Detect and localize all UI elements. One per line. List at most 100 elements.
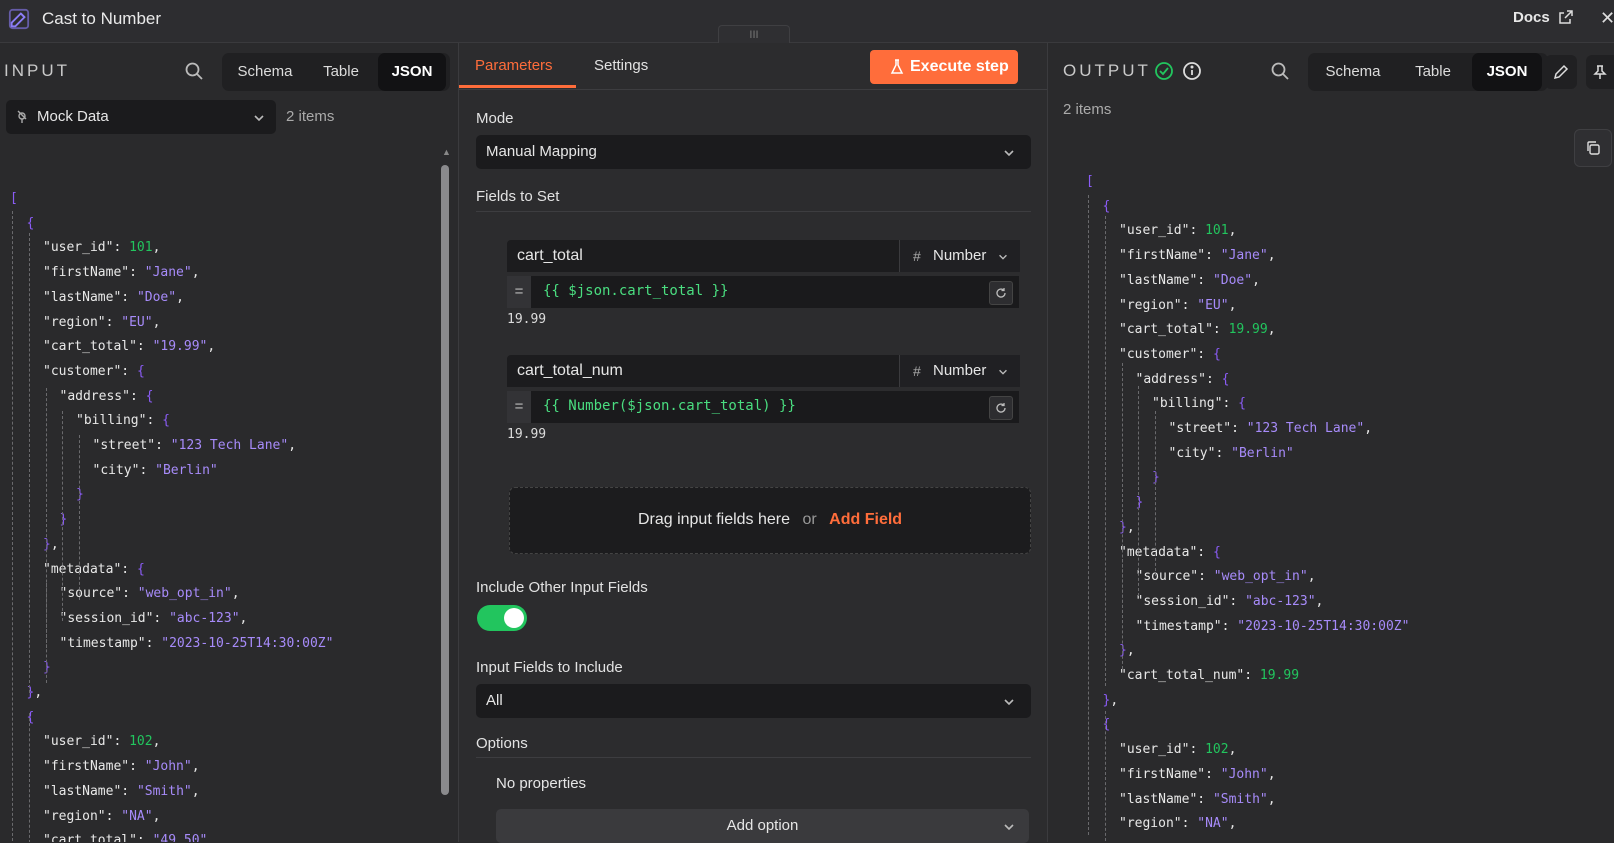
json-line: } [1135, 495, 1144, 511]
options-divider [476, 757, 1031, 758]
drop-zone-text: Drag input fields here [637, 511, 791, 528]
input-tab-json[interactable]: JSON [378, 53, 446, 91]
active-tab-underline [459, 85, 576, 88]
json-line: "billing": { [1152, 396, 1246, 412]
chevron-down-icon [999, 254, 1007, 260]
expression-text: {{ $json.cart_total }} [543, 283, 729, 299]
copy-output-button[interactable] [1574, 129, 1612, 167]
field-assignment-1: cart_total # Number = {{ $json.cart_tota… [507, 240, 1027, 327]
mode-value: Manual Mapping [486, 143, 597, 160]
json-line: "address": { [59, 388, 154, 404]
field-name-input[interactable]: cart_total [507, 240, 899, 272]
indent-guide [62, 411, 63, 621]
json-line: "firstName": "John", [43, 759, 200, 775]
indent-guide [29, 233, 30, 693]
pin-output-button[interactable] [1586, 55, 1614, 89]
expression-mode-indicator: = [507, 391, 531, 423]
tab-settings[interactable]: Settings [594, 57, 648, 74]
output-json-view[interactable]: [{"user_id": 101, "firstName": "Jane", "la… [1048, 131, 1568, 842]
output-panel: OUTPUT Schema Table JSON 2 items [{"user… [1048, 43, 1614, 842]
json-line: "city": "Berlin" [1168, 445, 1294, 461]
json-line: "source": "web_opt_in", [1135, 569, 1316, 585]
output-tab-table[interactable]: Table [1398, 53, 1468, 91]
indent-guide [12, 211, 13, 842]
mode-select[interactable]: Manual Mapping [476, 135, 1031, 169]
add-option-label: Add option [726, 817, 799, 834]
pin-icon [17, 110, 27, 123]
field-drop-zone[interactable]: Drag input fields here or Add Field [509, 487, 1031, 554]
mode-label: Mode [476, 110, 514, 127]
input-scroll-thumb[interactable] [441, 165, 449, 795]
json-line: "firstName": "Jane", [43, 265, 200, 281]
input-fields-select[interactable]: All [476, 684, 1031, 718]
json-line: }, [1102, 692, 1119, 708]
input-fields-label: Input Fields to Include [476, 659, 623, 676]
input-view-toggle: Schema Table JSON [222, 53, 450, 91]
indent-guide [1105, 216, 1106, 686]
success-check-icon [1155, 62, 1173, 80]
input-scrollbar[interactable]: ▲ [440, 147, 451, 842]
json-line: "lastName": "Doe", [1119, 272, 1260, 288]
json-line: "street": "123 Tech Lane", [92, 438, 297, 453]
edit-output-button[interactable] [1545, 55, 1577, 89]
add-option-button[interactable]: Add option [496, 809, 1029, 843]
chevron-down-icon [1004, 824, 1014, 831]
execute-step-button[interactable]: Execute step [870, 50, 1018, 84]
json-line: [ [10, 191, 18, 206]
toggle-knob [504, 608, 524, 628]
include-other-toggle[interactable] [477, 605, 527, 631]
include-other-label: Include Other Input Fields [476, 579, 648, 596]
json-line: "region": "NA", [1119, 816, 1237, 832]
field-value-expression[interactable]: = {{ Number($json.cart_total) }} [507, 391, 1019, 423]
json-line: { [26, 709, 35, 725]
json-line: "cart_total": 19.99, [1119, 322, 1276, 338]
info-icon[interactable] [1182, 61, 1202, 81]
field-type-select[interactable]: # Number [899, 240, 1020, 272]
field-type-value: Number [933, 247, 987, 264]
chevron-down-icon [999, 369, 1007, 375]
docs-link[interactable]: Docs [1513, 9, 1550, 26]
expression-expand-icon[interactable] [989, 396, 1013, 420]
title-bar [0, 0, 1614, 43]
output-label: OUTPUT [1063, 61, 1151, 80]
tab-parameters[interactable]: Parameters [475, 57, 553, 74]
expression-expand-icon[interactable] [989, 281, 1013, 305]
scroll-up-arrow[interactable]: ▲ [442, 147, 451, 157]
mock-data-value: Mock Data [37, 108, 109, 125]
json-line: "metadata": { [1119, 544, 1221, 560]
json-line: "lastName": "Doe", [43, 289, 184, 305]
json-line: "address": { [1135, 371, 1230, 387]
mock-data-select[interactable]: Mock Data [6, 100, 276, 134]
json-line: } [59, 512, 68, 528]
field-value-expression[interactable]: = {{ $json.cart_total }} [507, 276, 1019, 308]
node-title[interactable]: Cast to Number [42, 9, 161, 29]
json-line: "session_id": "abc-123", [59, 610, 248, 626]
input-json-view[interactable]: [{"user_id": 101, "firstName": "Jane", "la… [0, 143, 440, 842]
fields-divider [476, 211, 1031, 212]
input-tab-schema[interactable]: Schema [222, 53, 308, 91]
drop-zone-or: or [802, 511, 817, 528]
json-line: "cart_total": "49.50", [43, 833, 216, 842]
search-icon[interactable] [1270, 61, 1290, 81]
output-tab-schema[interactable]: Schema [1308, 53, 1398, 91]
output-tab-json[interactable]: JSON [1472, 53, 1542, 91]
close-icon[interactable]: ✕ [1600, 8, 1614, 29]
add-field-link[interactable]: Add Field [829, 511, 902, 528]
field-name-value: cart_total [517, 247, 583, 264]
expression-result: 19.99 [507, 312, 547, 327]
output-item-count: 2 items [1063, 101, 1112, 118]
json-line: "timestamp": "2023-10-25T14:30:00Z" [59, 635, 334, 651]
chevron-down-icon [1004, 150, 1014, 157]
number-type-icon: # [913, 363, 921, 379]
json-line: "user_id": 101, [1119, 223, 1237, 239]
input-tab-table[interactable]: Table [308, 53, 374, 91]
external-link-icon[interactable] [1558, 9, 1574, 25]
search-icon[interactable] [184, 61, 204, 81]
number-type-icon: # [913, 248, 921, 264]
field-name-input[interactable]: cart_total_num [507, 355, 899, 387]
field-name-value: cart_total_num [517, 362, 623, 379]
edit-icon[interactable] [8, 8, 30, 30]
input-label: INPUT [4, 61, 70, 80]
indent-guide [1105, 711, 1106, 841]
field-type-select[interactable]: # Number [899, 355, 1020, 387]
